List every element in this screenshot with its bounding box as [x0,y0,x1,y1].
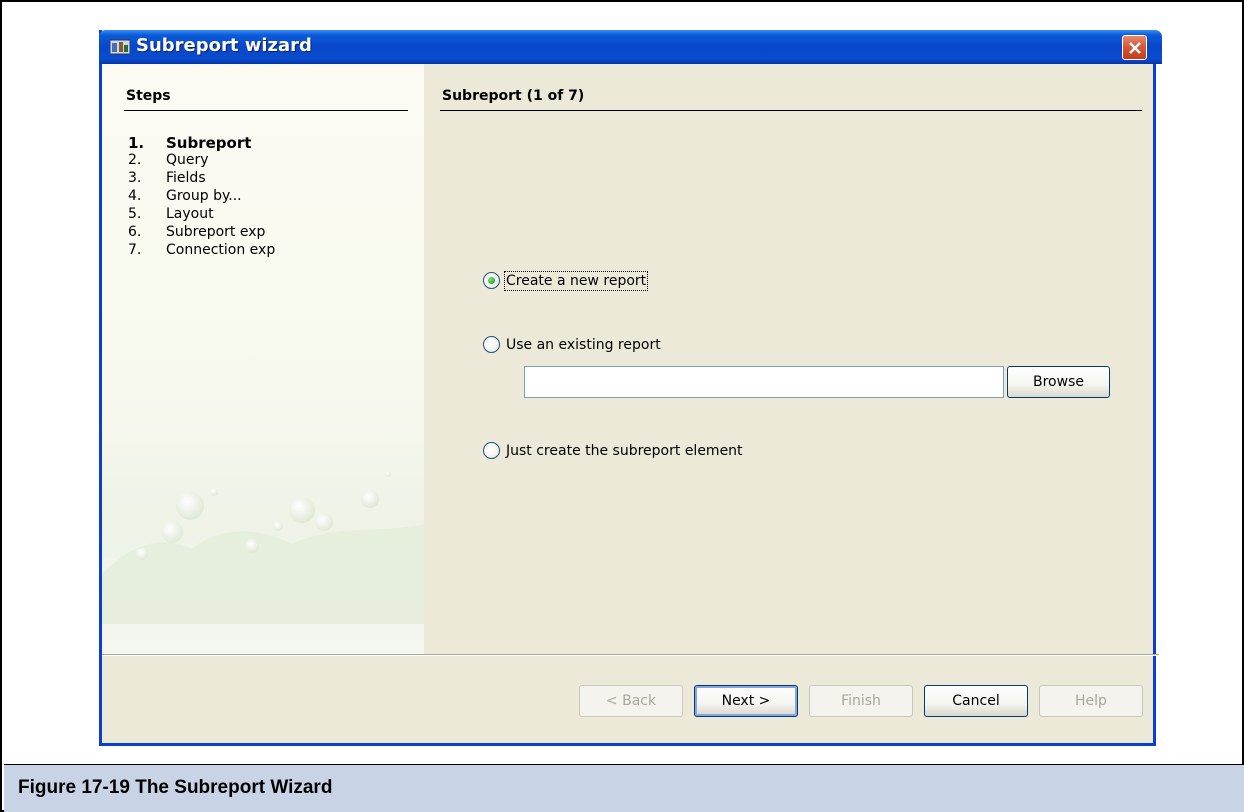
report-path-input[interactable] [524,366,1004,398]
step-item-subreport: 1. Subreport [128,134,252,152]
figure-caption: Figure 17-19 The Subreport Wizard [18,777,333,798]
window-title: Subreport wizard [136,35,312,56]
content-divider [440,110,1142,111]
option-use-existing-report[interactable]: Use an existing report [483,336,661,353]
step-list: 1. Subreport 2. Query 3. Fields 4. Group by.… [128,134,275,260]
radio-label-just-create[interactable]: Just create the subreport element [506,443,743,459]
step-item-connection-exp: 7. Connection exp [128,242,276,258]
figure-frame: Subreport wizard Steps 1. Subreport 2. Q… [0,0,1244,812]
figure-caption-bar: Figure 17-19 The Subreport Wizard [4,764,1244,812]
browse-button[interactable]: Browse [1007,366,1110,398]
next-button[interactable]: Next > [694,685,798,717]
step-item-layout: 5. Layout [128,206,214,222]
option-create-new-report[interactable]: Create a new report [483,270,649,291]
footer-divider-highlight [102,655,1159,656]
radio-label-create-new[interactable]: Create a new report [503,270,649,291]
radio-just-create[interactable] [483,442,500,459]
step-item-query: 2. Query [128,152,209,168]
option-just-create-element[interactable]: Just create the subreport element [483,442,743,459]
close-button[interactable] [1122,35,1147,60]
title-bar[interactable]: Subreport wizard [99,30,1162,64]
content-heading: Subreport (1 of 7) [442,88,585,104]
steps-divider [124,110,408,111]
radio-use-existing[interactable] [483,336,500,353]
radio-create-new[interactable] [483,272,500,289]
back-button[interactable]: < Back [579,685,683,717]
step-item-fields: 3. Fields [128,170,206,186]
help-button[interactable]: Help [1039,685,1143,717]
steps-heading: Steps [126,88,171,104]
step-item-group-by: 4. Group by... [128,188,242,204]
radio-label-use-existing[interactable]: Use an existing report [506,337,661,353]
decorative-bubbles [102,471,424,624]
cancel-button[interactable]: Cancel [924,685,1028,717]
subreport-wizard-dialog: Subreport wizard Steps 1. Subreport 2. Q… [99,30,1162,746]
wizard-app-icon [109,38,131,56]
step-item-subreport-exp: 6. Subreport exp [128,224,266,240]
finish-button[interactable]: Finish [809,685,913,717]
